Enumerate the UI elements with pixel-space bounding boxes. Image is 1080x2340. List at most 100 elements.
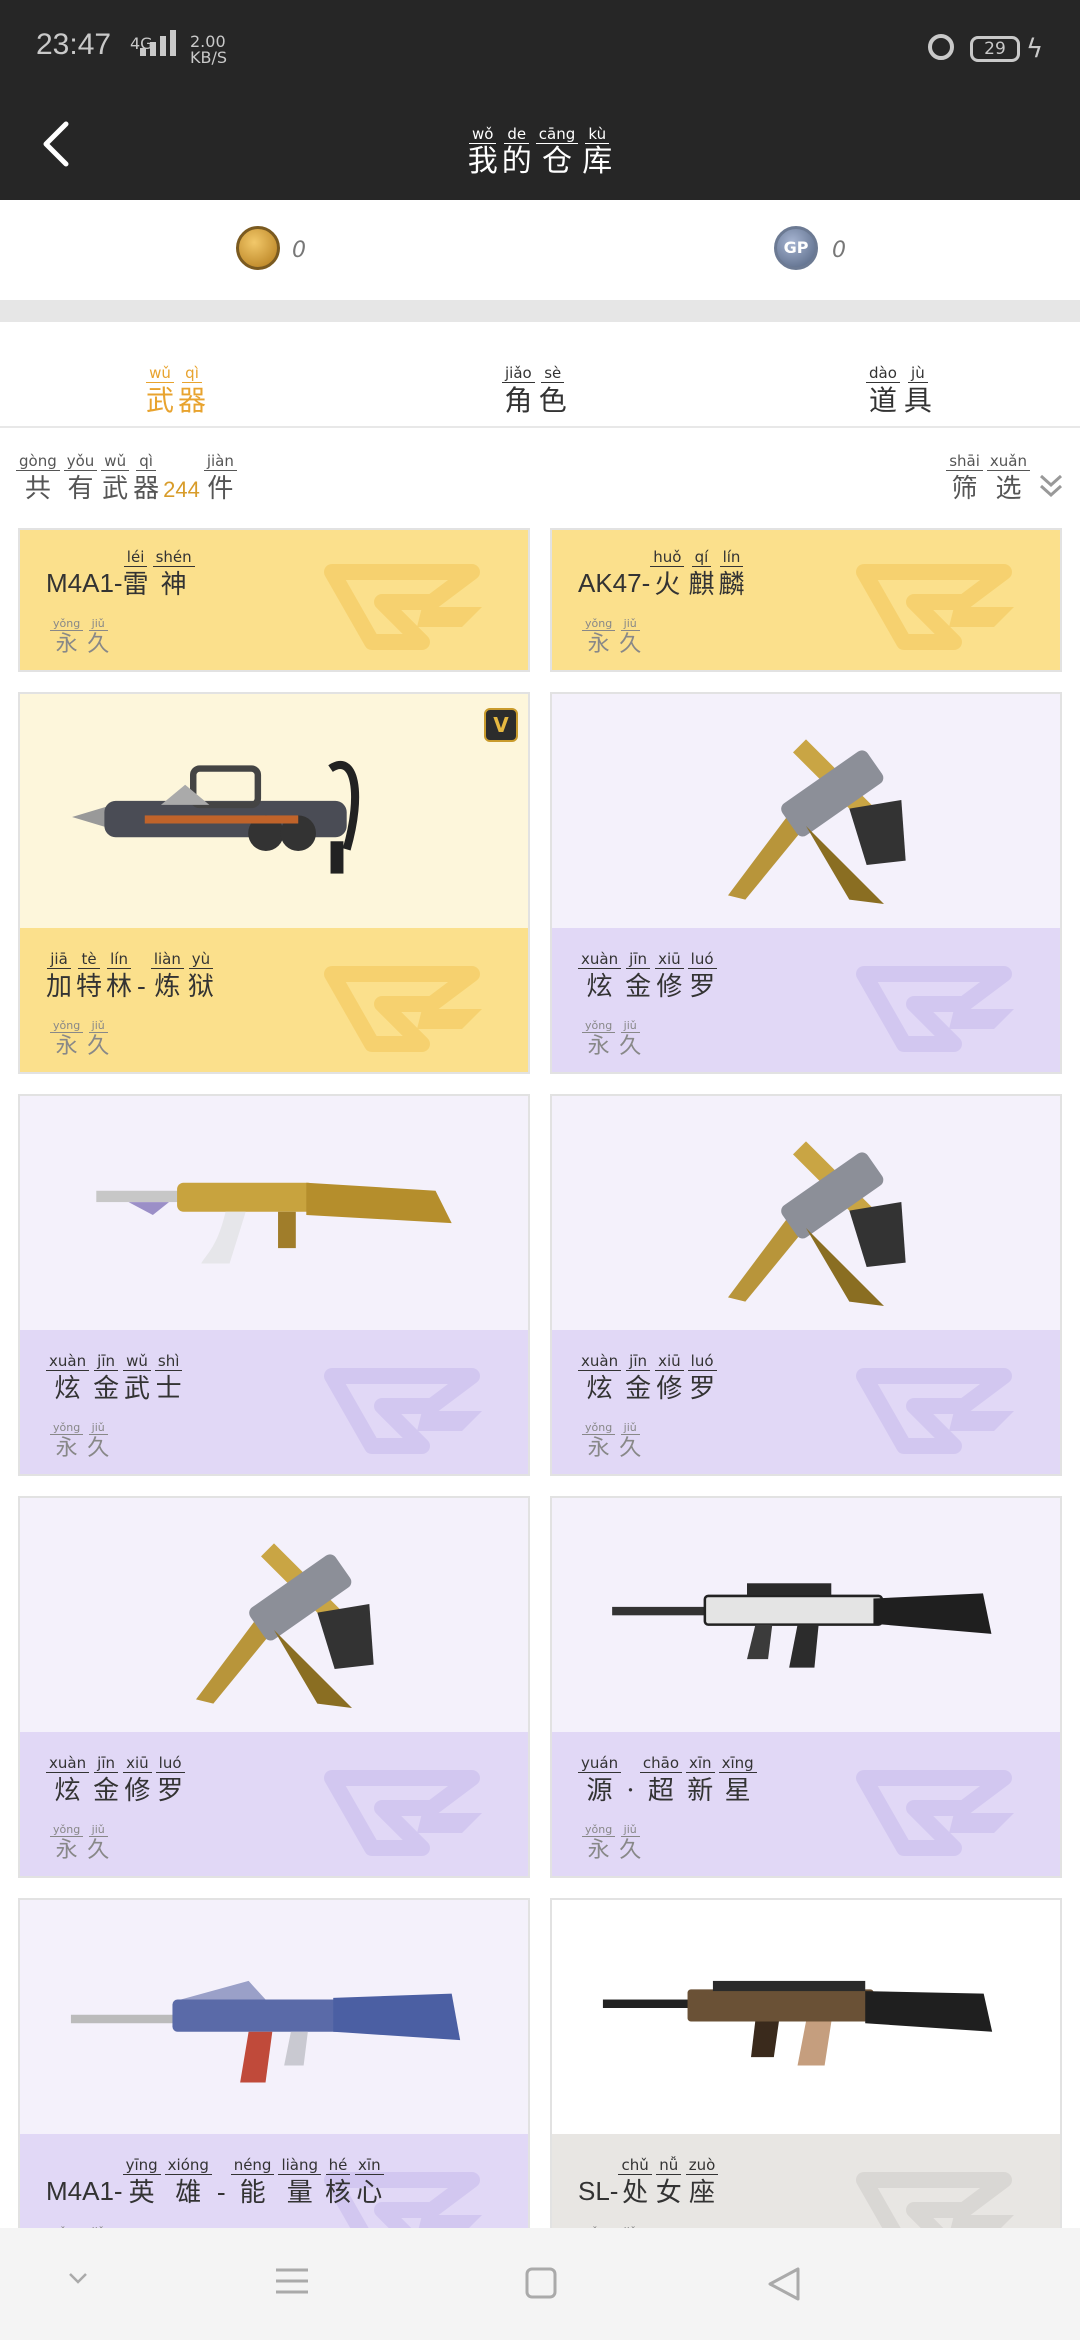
weapon-image [20,1096,528,1334]
hanzi: 久 [619,1436,642,1461]
hanzi: 雄 [175,2178,202,2208]
pinyin: dào [866,364,900,383]
pinyin: xuàn [46,1754,90,1773]
ruby-char: jīn 金 [625,950,651,1005]
gp-coin-value: 0 [832,238,846,263]
ruby-char: yù 狱 [188,950,214,1005]
filter-button[interactable]: shāi 筛 xuǎn 选 [946,452,1064,507]
hanzi: 武 [102,474,129,504]
pinyin: jiǔ [88,1823,108,1837]
hanzi: 永 [587,1034,610,1059]
ruby-char: sè 色 [539,364,567,419]
hanzi: 久 [619,1034,642,1059]
weapon-card[interactable]: AK47- huǒ 火 qí 麒 lín 麟 yǒng 永 jiǔ 久 [550,528,1062,672]
ruby-char: - [136,951,147,1005]
weapon-info-band: AK47- huǒ 火 qí 麒 lín 麟 yǒng 永 jiǔ 久 [552,530,1060,670]
weapon-card[interactable]: M4A1-yīng英xióng雄 -néng能liàng量hé核xīn心 yǒn… [18,1898,530,2280]
cf-logo-watermark [856,1770,1014,1856]
hide-nav-icon[interactable] [66,2266,90,2290]
weapon-card[interactable]: xuàn 炫 jīn 金 xiū 修 luó 罗 yǒng 永 jiǔ 久 [18,1496,530,1878]
weapon-model: AK47- [578,568,651,598]
cf-logo-watermark [324,564,482,650]
ruby-char: shì 士 [154,1352,183,1407]
weapon-card[interactable]: yuán 源 · chāo 超 xīn 新 xīng 星 yǒng 永 jiǔ 久 [550,1496,1062,1878]
weapon-count: gòng 共 yǒu 有 wǔ 武 qì 器 244 jiàn 件 [16,452,237,507]
tab-items[interactable]: dào 道 jù 具 [866,352,932,419]
tab-characters[interactable]: jiǎo 角 sè 色 [502,352,567,419]
ruby-char: chǔ 处 [618,2156,652,2211]
hanzi: 久 [87,1838,110,1863]
hanzi: 永 [55,1436,78,1461]
weapon-card[interactable]: xuàn 炫 jīn 金 xiū 修 luó 罗 yǒng 永 jiǔ 久 [550,1094,1062,1476]
hanzi: 罗 [689,972,716,1002]
weapon-info-band: xuàn 炫 jīn 金 xiū 修 luó 罗 yǒng 永 jiǔ 久 [20,1732,528,1876]
hanzi: 久 [87,1436,110,1461]
weapon-duration: yǒng永jiǔ久 [50,1814,109,1865]
ruby-char: shāi 筛 [946,452,983,507]
weapon-name: AK47- huǒ 火 qí 麒 lín 麟 [578,548,745,603]
weapon-image [552,1096,1060,1334]
weapon-card[interactable]: xuàn 炫 jīn 金 xiū 修 luó 罗 yǒng 永 jiǔ 久 [550,692,1062,1074]
hanzi: 能 [239,2178,266,2208]
hanzi: 金 [93,1374,120,1404]
weapon-info-band: jiā 加 tè 特 lín 林 - liàn 炼 yù 狱 yǒng 永 jiǔ 久 [20,928,528,1072]
pinyin: nǚ [656,2156,682,2175]
weapon-duration: yǒng永jiǔ久 [582,1814,641,1865]
hanzi: 武 [146,384,175,417]
pinyin: néng [230,2156,275,2175]
weapon-info-band: xuàn 炫 jīn 金 wǔ 武 shì 士 yǒng 永 jiǔ 久 [20,1330,528,1474]
weapon-card[interactable]: M4A1- léi 雷 shén 神 yǒng 永 jiǔ 久 [18,528,530,672]
weapon-model: M4A1- [46,568,123,598]
pinyin: liàng [278,2156,322,2175]
cf-logo-watermark [856,966,1014,1052]
weapon-card[interactable]: xuàn 炫 jīn 金 wǔ 武 shì 士 yǒng 永 jiǔ 久 [18,1094,530,1476]
hanzi: 器 [178,384,207,417]
battery-icon: 29 [970,36,1020,62]
pinyin: xuàn [578,950,622,969]
back-nav-icon[interactable] [766,2266,802,2302]
pinyin: yǒng [582,1421,616,1435]
weapon-duration: yǒng永jiǔ久 [50,608,109,659]
ruby-char: jīn 金 [93,1352,119,1407]
pinyin [216,2157,227,2175]
ruby-char: xuàn 炫 [578,1352,622,1407]
weapon-card[interactable]: SL-chǔ处nǚ女zuò座 yǒng永jiǔ久 [550,1898,1062,2280]
pinyin: xiū [123,1754,152,1773]
ruby-char: de 的 [502,125,532,180]
weapon-info-band: M4A1- léi 雷 shén 神 yǒng 永 jiǔ 久 [20,530,528,670]
pinyin: yǒng [50,1421,84,1435]
hanzi: 座 [689,2178,716,2208]
hanzi: 雷 [122,570,149,600]
hanzi: 超 [647,1776,674,1806]
hanzi: 炼 [154,972,181,1002]
pinyin: gòng [16,452,60,471]
hanzi: 道 [868,384,897,417]
home-icon[interactable] [524,2266,558,2300]
pinyin: jīn [626,950,651,969]
hanzi: 永 [587,632,610,657]
ruby-char: lín 林 [106,950,132,1005]
ruby-char: yǒng永 [50,1019,84,1061]
pinyin: yǒng [582,1019,616,1033]
menu-icon[interactable] [274,2266,310,2296]
weapon-duration: yǒng永jiǔ久 [582,608,641,659]
pinyin: xuàn [578,1352,622,1371]
vip-badge-icon: V [484,708,518,742]
weapon-card[interactable]: V jiā 加 tè 特 lín 林 - liàn 炼 yù 狱 yǒng 永 jiǔ 久 [18,692,530,1074]
ruby-char: jiǔ久 [87,1823,109,1865]
ruby-char: luó 罗 [687,1352,717,1407]
hanzi: 库 [582,144,613,179]
status-bar: 23:47 4G 2.00 KB/S 29 ϟ [0,0,1080,84]
status-time: 23:47 [36,28,112,61]
hanzi: · [626,1776,635,1806]
hanzi: 具 [903,384,932,417]
pinyin: chǔ [618,2156,652,2175]
hanzi: 角 [504,384,533,417]
hanzi: 永 [587,1838,610,1863]
pinyin: jiǔ [620,1421,640,1435]
pinyin: yǒu [63,452,98,471]
tab-weapons[interactable]: wǔ 武 qì 器 [146,352,206,419]
pinyin: shì [154,1352,183,1371]
charging-icon: ϟ [1026,34,1044,64]
ruby-char: yīng 英 [122,2156,161,2211]
